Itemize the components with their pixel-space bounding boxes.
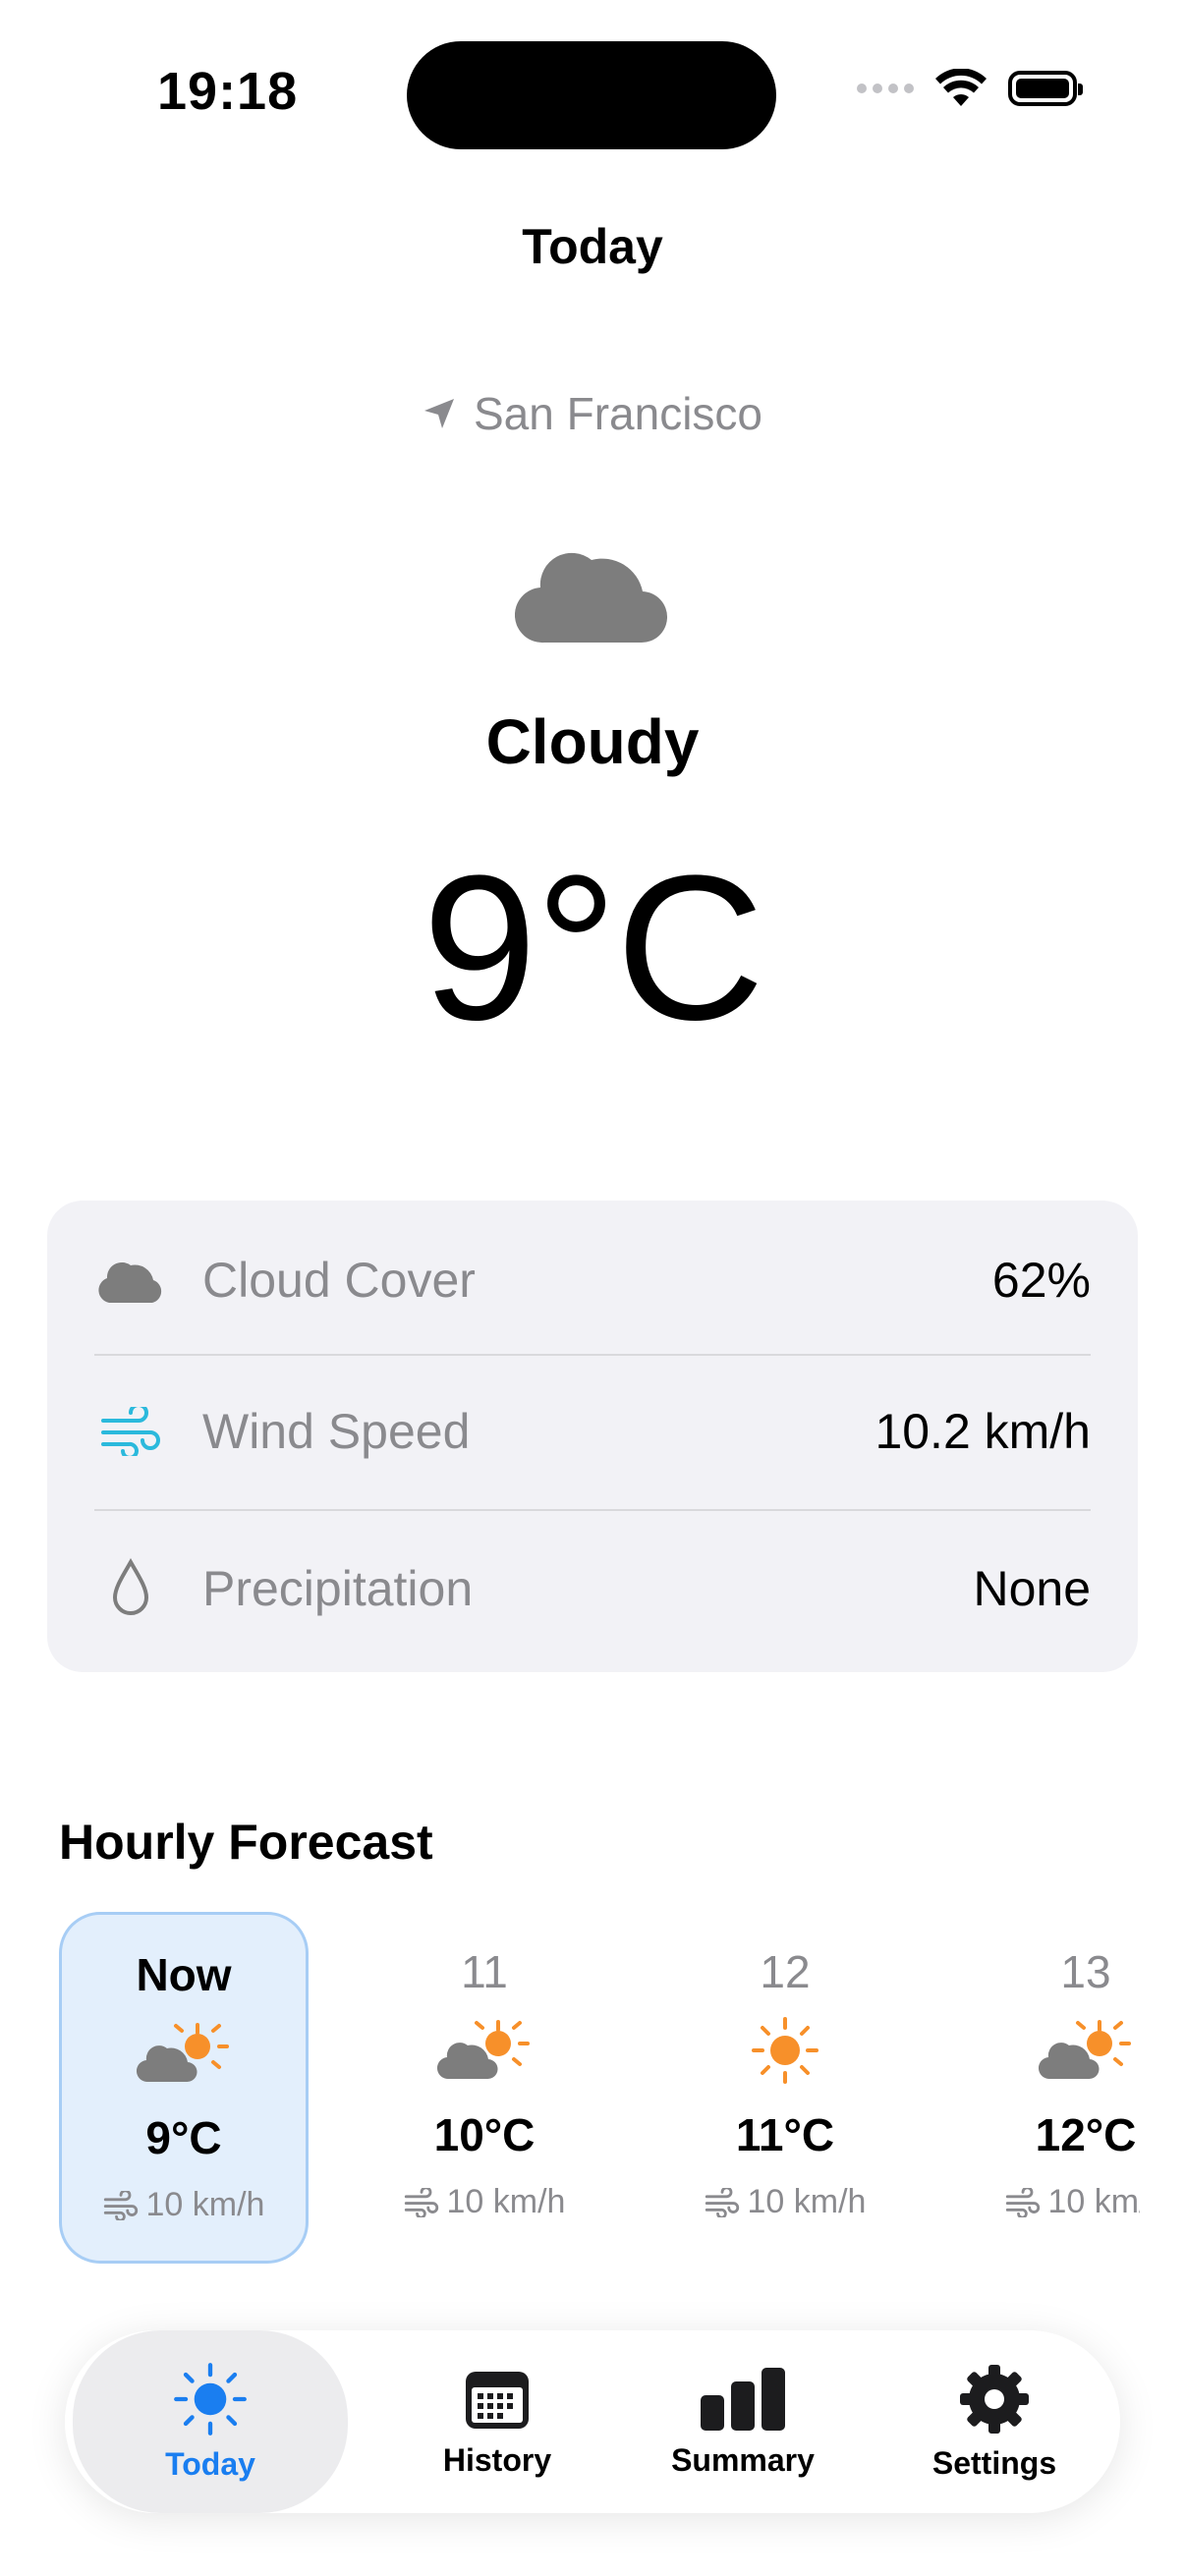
wind-icon <box>101 1407 160 1456</box>
cloud-icon <box>515 552 667 644</box>
cloud-icon <box>98 1261 162 1303</box>
wifi-icon <box>935 69 987 106</box>
tab-label: Today <box>165 2445 255 2482</box>
wind-icon <box>705 2187 739 2217</box>
location-arrow-icon <box>423 399 454 428</box>
drop-icon <box>112 1558 149 1615</box>
detail-row-cloud-cover: Cloud Cover 62% <box>94 1206 1091 1354</box>
detail-label: Precipitation <box>202 1561 474 1616</box>
hour-label: 13 <box>1060 1946 1111 1997</box>
calendar-icon <box>466 2371 529 2429</box>
hour-temperature: 11°C <box>735 2109 835 2160</box>
detail-label: Cloud Cover <box>202 1253 476 1308</box>
tab-history[interactable]: History <box>399 2330 595 2513</box>
status-time: 19:18 <box>157 62 299 121</box>
status-icons <box>857 69 1083 108</box>
hour-temperature: 12°C <box>1035 2109 1137 2160</box>
wind-icon <box>1005 2187 1040 2217</box>
weather-condition: Cloudy <box>485 706 700 777</box>
hourly-forecast-scroller[interactable]: Now 9°C 10 km/h 11 10°C 10 km/h 12 11°C … <box>0 1896 1140 2289</box>
hour-card[interactable]: 11 10°C 10 km/h <box>360 1912 609 2264</box>
hour-card[interactable]: 12 11°C 10 km/h <box>660 1912 910 2264</box>
signal-dots-icon <box>857 84 914 93</box>
sun-icon <box>174 2362 247 2436</box>
detail-row-wind-speed: Wind Speed 10.2 km/h <box>94 1358 1091 1505</box>
partly-cloudy-icon <box>137 2023 229 2083</box>
detail-value: None <box>973 1561 1091 1616</box>
partly-cloudy-icon <box>1039 2020 1131 2080</box>
gear-icon <box>960 2364 1029 2434</box>
divider <box>94 1509 1091 1511</box>
hour-wind: 10 km/h <box>747 2183 867 2220</box>
bar-chart-icon <box>701 2367 785 2431</box>
current-temperature: 9°C <box>422 832 764 1063</box>
location[interactable]: San Francisco <box>0 387 1185 440</box>
hour-label: 11 <box>461 1946 508 1997</box>
weather-details-card: Cloud Cover 62% Wind Speed 10.2 km/h Pre… <box>47 1201 1138 1672</box>
hour-label: 12 <box>760 1946 811 1997</box>
hourly-forecast-title: Hourly Forecast <box>59 1815 433 1870</box>
hour-temperature: 10°C <box>433 2109 536 2160</box>
hour-wind: 10 km/h <box>446 2183 566 2220</box>
tab-today[interactable]: Today <box>73 2330 348 2513</box>
tab-label: History <box>442 2441 552 2478</box>
sun-icon <box>752 2017 818 2084</box>
detail-value: 62% <box>991 1253 1091 1308</box>
detail-row-precipitation: Precipitation None <box>94 1515 1091 1662</box>
page-title: Today <box>522 219 663 274</box>
detail-value: 10.2 km/h <box>875 1404 1091 1459</box>
dynamic-island <box>407 41 776 149</box>
tab-bar: Today History Summary Settings <box>65 2330 1120 2513</box>
tab-label: Summary <box>671 2441 815 2478</box>
battery-icon <box>1008 71 1083 106</box>
wind-icon <box>103 2190 138 2220</box>
partly-cloudy-icon <box>437 2020 530 2080</box>
hour-wind: 10 km/h <box>1047 2183 1140 2220</box>
location-name: San Francisco <box>473 388 762 439</box>
hour-temperature: 9°C <box>145 2112 222 2163</box>
hour-card[interactable]: 13 12°C 10 km/h <box>961 1912 1140 2264</box>
detail-label: Wind Speed <box>202 1404 471 1459</box>
tab-settings[interactable]: Settings <box>896 2330 1093 2513</box>
hour-wind: 10 km/h <box>145 2186 265 2223</box>
hour-card-now[interactable]: Now 9°C 10 km/h <box>59 1912 309 2264</box>
tab-summary[interactable]: Summary <box>645 2330 841 2513</box>
tab-label: Settings <box>931 2444 1057 2481</box>
hour-label: Now <box>136 1949 232 2000</box>
divider <box>94 1354 1091 1356</box>
wind-icon <box>404 2187 438 2217</box>
